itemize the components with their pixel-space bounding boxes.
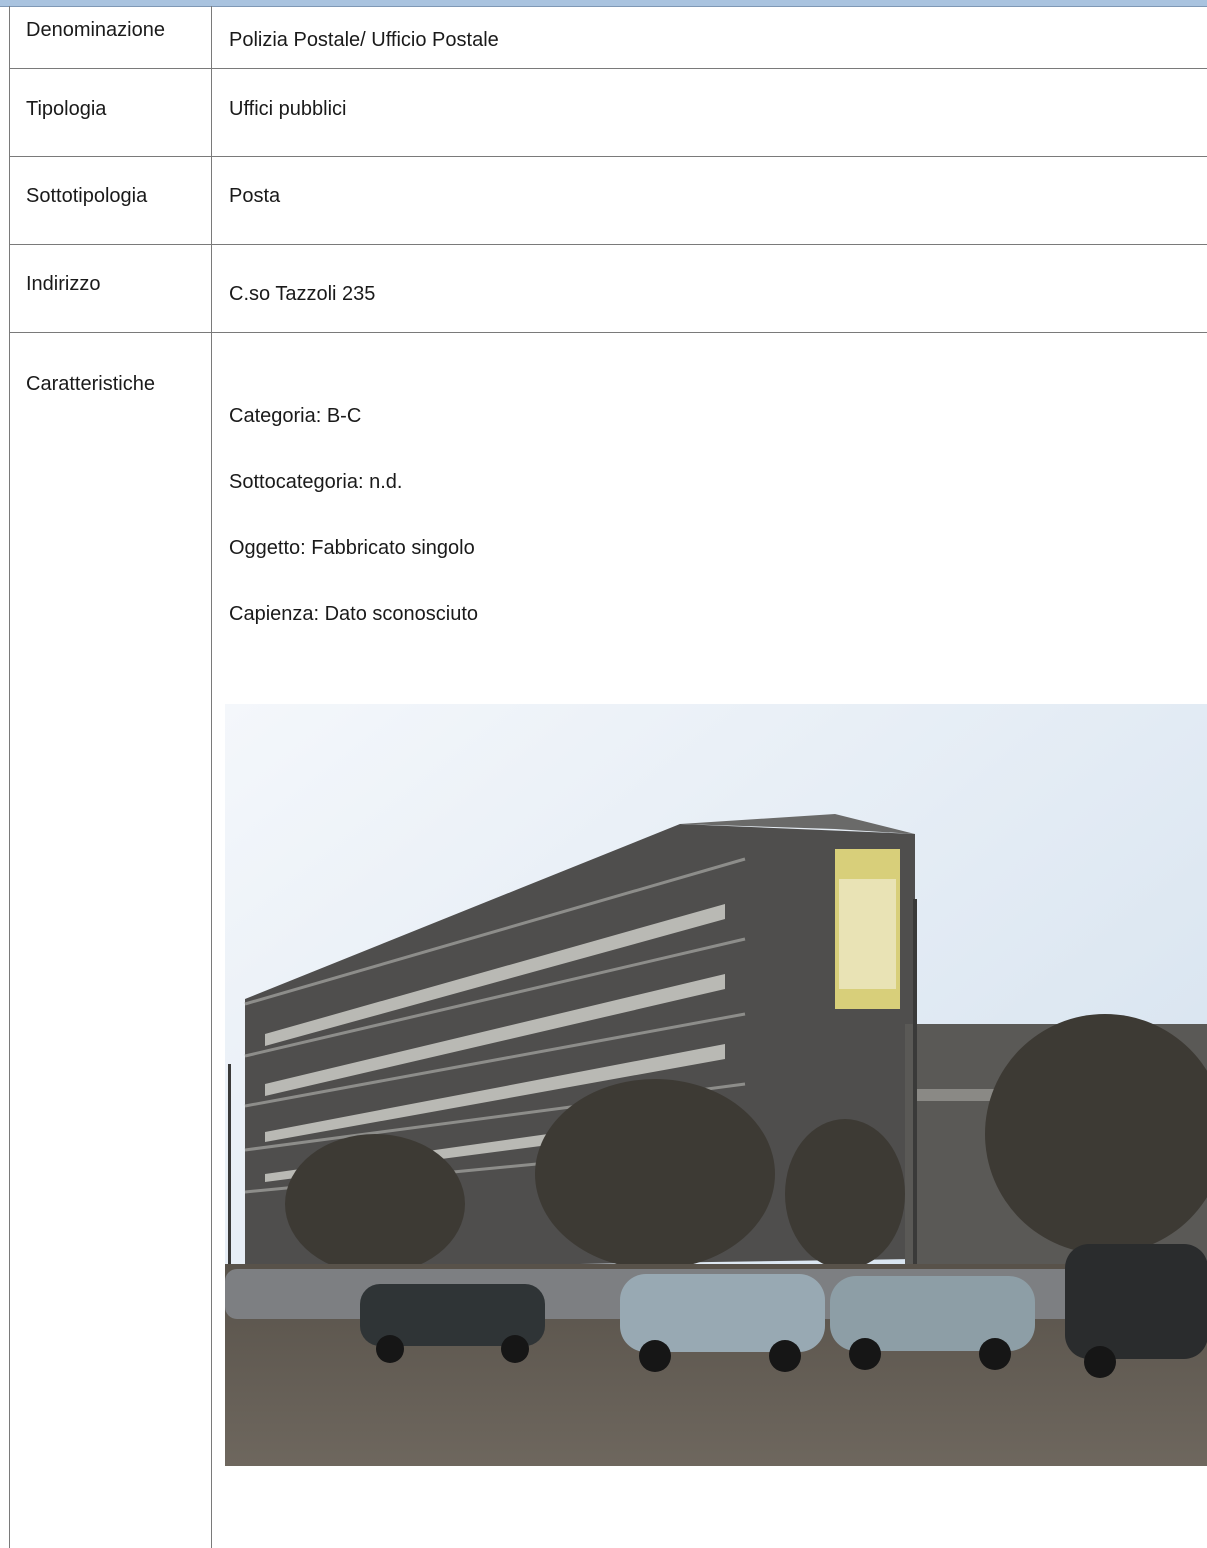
row-divider [10,68,1207,69]
label-denominazione: Denominazione [26,19,165,41]
row-divider [10,332,1207,333]
label-tipologia: Tipologia [26,98,107,120]
column-divider [211,6,212,1548]
building-photo [225,704,1207,1466]
label-indirizzo: Indirizzo [26,273,101,295]
value-indirizzo: C.so Tazzoli 235 [229,283,376,305]
label-sottotipologia: Sottotipologia [26,185,148,207]
row-divider [10,156,1207,157]
row-divider [10,244,1207,245]
sottocategoria-text: Sottocategoria: n.d. [229,471,403,493]
oggetto-text: Oggetto: Fabbricato singolo [229,537,475,559]
value-sottotipologia: Posta [229,185,281,207]
value-denominazione: Polizia Postale/ Ufficio Postale [229,29,499,51]
value-tipologia: Uffici pubblici [229,98,347,120]
capienza-text: Capienza: Dato sconosciuto [229,603,479,625]
info-table: Denominazione Polizia Postale/ Ufficio P… [9,6,1207,1548]
label-caratteristiche: Caratteristiche [26,373,155,395]
categoria-text: Categoria: B-C [229,405,362,427]
